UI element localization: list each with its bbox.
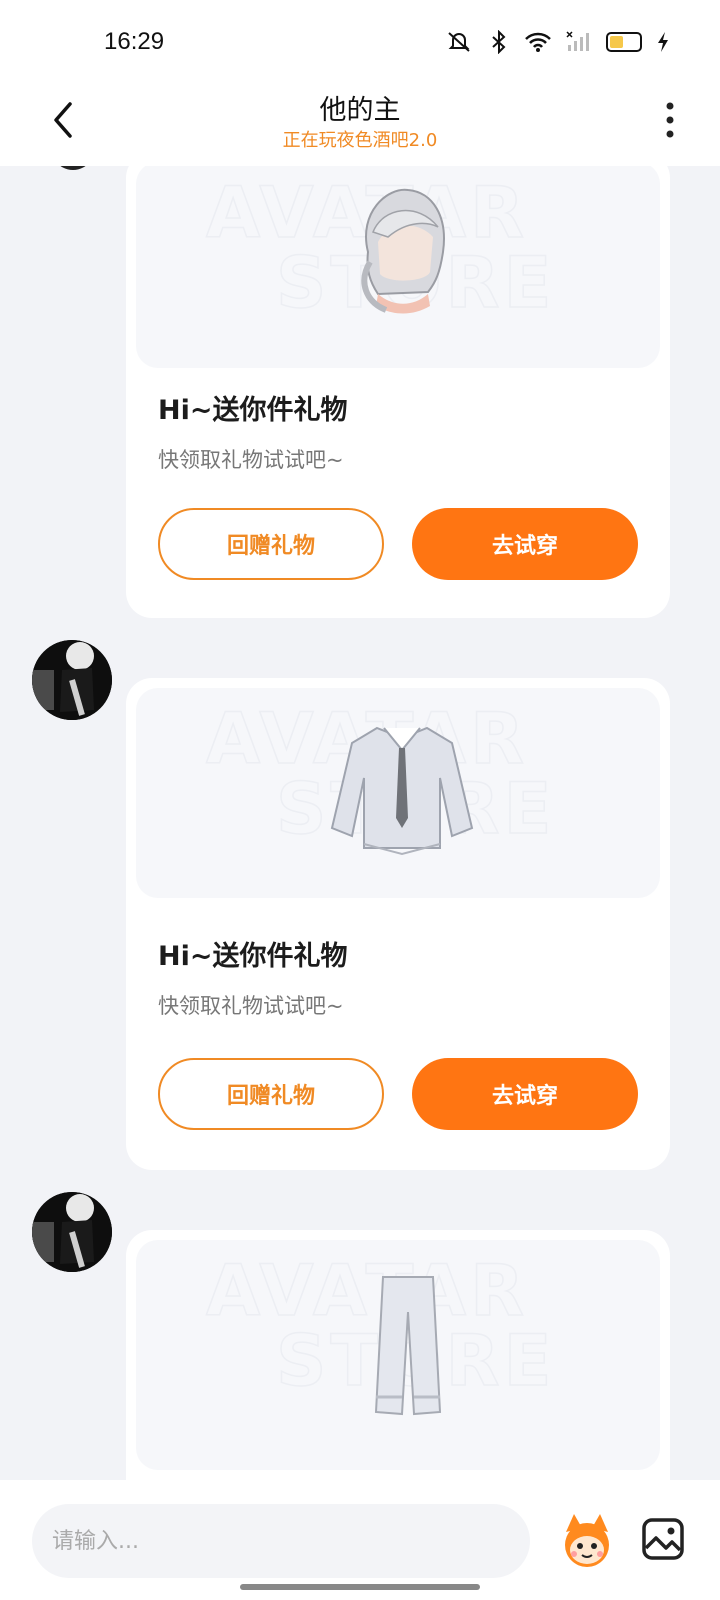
try-on-button[interactable]: 去试穿: [412, 1058, 638, 1130]
image-button[interactable]: [640, 1516, 686, 1562]
image-icon: [642, 1518, 684, 1560]
gift-image: AVATAR STORE: [136, 1240, 660, 1470]
status-icons: [444, 30, 670, 54]
gift-title: Hi~送你件礼物: [158, 395, 348, 426]
page-title: 他的主: [319, 95, 401, 126]
status-time: 16:29: [104, 28, 165, 55]
chat-header: 他的主 正在玩夜色酒吧2.0: [0, 80, 720, 166]
bluetooth-icon: [492, 30, 506, 54]
more-button[interactable]: [660, 100, 680, 140]
gift-card: AVATAR STORE Hi~送你件礼物 快领取礼物试试吧~ 回赠礼物 去试穿: [126, 678, 670, 1170]
more-vertical-icon: [666, 102, 674, 138]
avatar[interactable]: [32, 640, 112, 720]
gift-title: Hi~送你件礼物: [158, 941, 348, 972]
shirt-item-icon: [330, 726, 474, 856]
gift-subtitle: 快领取礼物试试吧~: [158, 448, 344, 472]
mascot-button[interactable]: [556, 1510, 618, 1572]
return-gift-button[interactable]: 回赠礼物: [158, 1058, 384, 1130]
try-on-button[interactable]: 去试穿: [412, 508, 638, 580]
signal-icon: [566, 31, 589, 51]
charging-icon: [658, 32, 668, 52]
battery-icon: [606, 32, 642, 52]
input-bar: [0, 1480, 720, 1600]
gift-card: AVATAR STORE Hi~送你件礼物 快领取礼物试试吧~ 回赠礼物 去试穿: [126, 166, 670, 618]
chat-messages[interactable]: AVATAR STORE Hi~送你件礼物 快领取礼物试试吧~ 回赠礼物 去试穿…: [0, 166, 720, 1480]
gift-image: AVATAR STORE: [136, 166, 660, 368]
message-input[interactable]: [32, 1504, 530, 1578]
game-status: 正在玩夜色酒吧2.0: [282, 130, 438, 151]
avatar[interactable]: [32, 1192, 112, 1272]
gift-image: AVATAR STORE: [136, 688, 660, 898]
return-gift-button[interactable]: 回赠礼物: [158, 508, 384, 580]
mute-icon: [448, 32, 470, 52]
wifi-icon: [525, 32, 551, 52]
pants-item-icon: [374, 1276, 442, 1416]
hair-item-icon: [361, 188, 445, 314]
status-bar: 16:29: [0, 0, 720, 80]
mascot-icon: [565, 1514, 609, 1567]
avatar-photo: [32, 1192, 112, 1272]
gift-card: AVATAR STORE: [126, 1230, 670, 1480]
avatar-photo: [32, 640, 112, 720]
home-indicator[interactable]: [240, 1584, 480, 1590]
avatar[interactable]: [46, 166, 100, 170]
gift-subtitle: 快领取礼物试试吧~: [158, 994, 344, 1018]
